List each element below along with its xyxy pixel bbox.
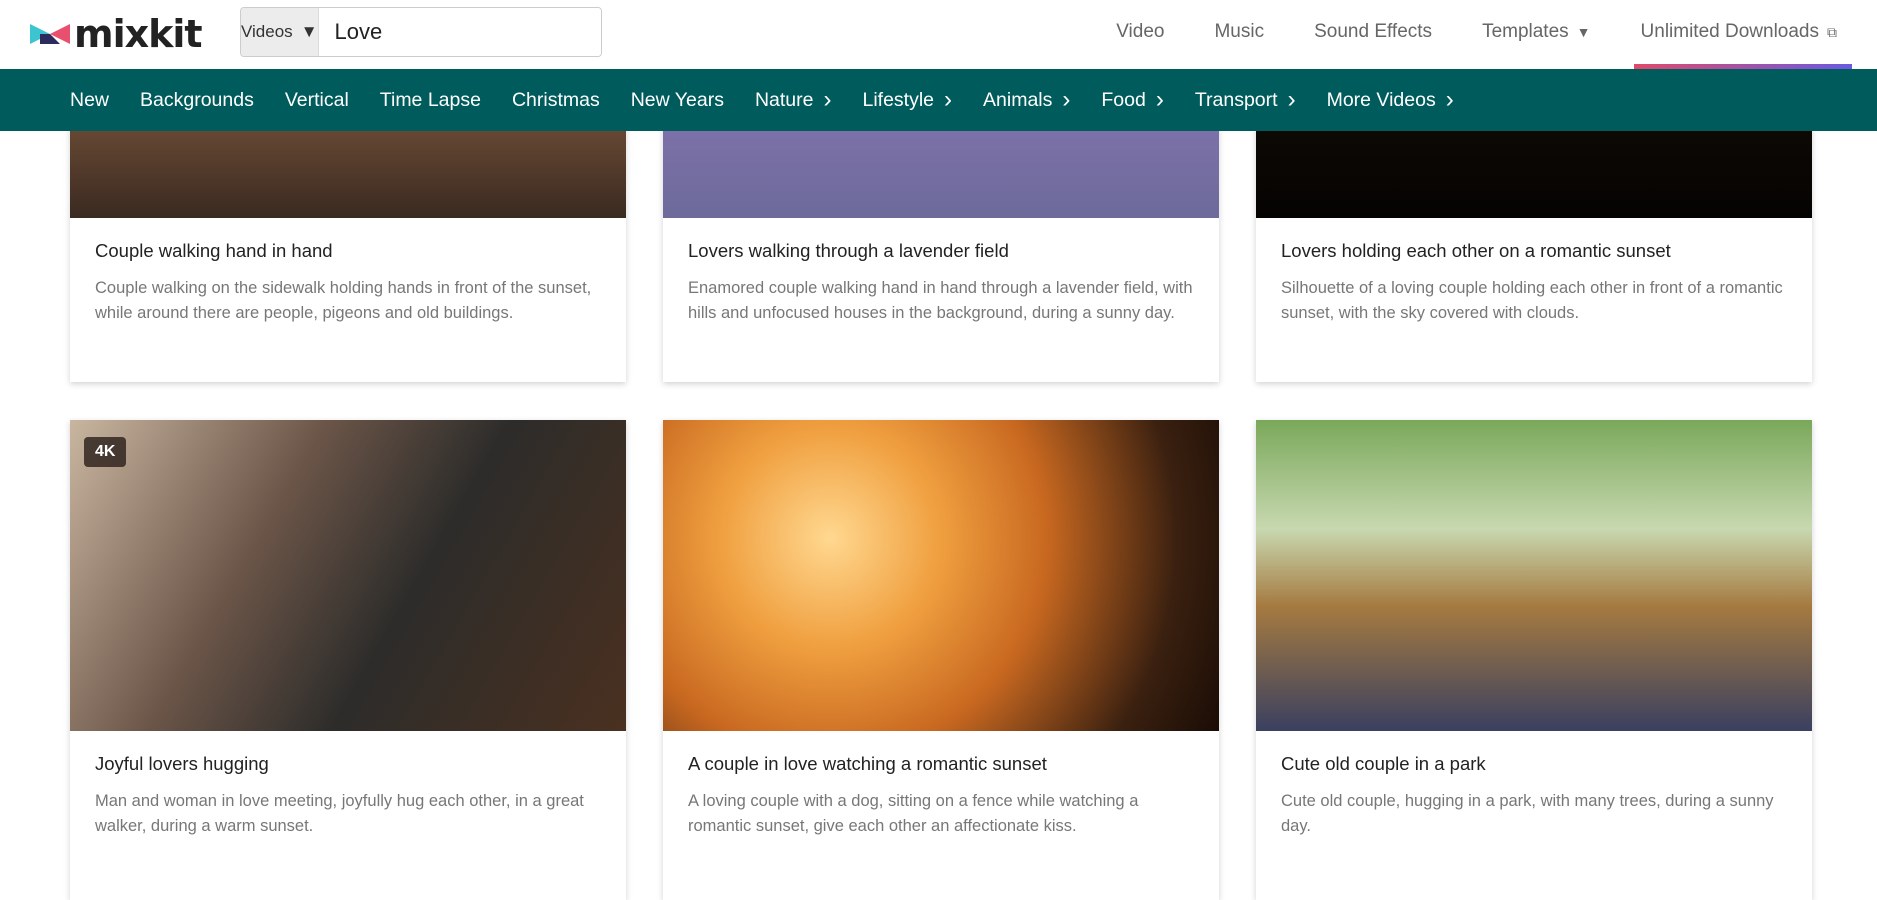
category-backgrounds[interactable]: Backgrounds [140,89,254,112]
card-description: Silhouette of a loving couple holding ea… [1281,279,1783,322]
nav-unlimited-downloads[interactable]: Unlimited Downloads ⧉ [1641,21,1837,43]
video-card[interactable]: A couple in love watching a romantic sun… [663,420,1219,900]
nav-video[interactable]: Video [1116,21,1164,43]
header: mixkit Videos▼ ✕ Video Music Sound Effec… [0,0,1877,69]
caret-down-icon: ▼ [300,22,318,41]
category-lifestyle[interactable]: Lifestyle › [862,86,952,114]
nav-label: Music [1214,21,1265,42]
nav-templates[interactable]: Templates ▼ [1482,21,1590,43]
category-vertical[interactable]: Vertical [285,89,349,112]
category-label: Nature [754,88,814,111]
nav-label: Templates [1482,21,1569,42]
chevron-right-icon: › [1287,86,1296,113]
category-nav: New Backgrounds Vertical Time Lapse Christma… [0,69,1877,131]
video-card[interactable]: Cute old couple in a park Cute old couple… [1256,420,1812,900]
caret-down-icon: ▼ [1576,24,1591,40]
chevron-right-icon: › [1155,86,1164,113]
card-description: A loving couple with a dog, sitting on a… [688,792,1139,835]
video-thumbnail[interactable]: 4K [70,420,626,731]
search-type-dropdown[interactable]: Videos ▼ [241,8,319,56]
external-link-icon: ⧉ [1827,23,1837,40]
4k-badge: 4K [84,437,127,467]
card-title[interactable]: Lovers walking through a lavender field [688,240,1194,262]
card-description: Couple walking on the sidewalk holding h… [95,279,592,322]
card-body: A couple in love watching a romantic sun… [663,731,1219,839]
category-label: Backgrounds [140,88,254,111]
card-title[interactable]: Couple walking hand in hand [95,240,601,262]
category-label: Christmas [511,88,600,111]
card-body: Lovers walking through a lavender field E… [663,218,1219,326]
card-description: Enamored couple walking hand in hand thr… [688,279,1193,322]
card-title[interactable]: Joyful lovers hugging [95,753,601,775]
top-nav: Video Music Sound Effects Templates ▼ Unl… [1066,0,1877,64]
category-time-lapse[interactable]: Time Lapse [380,89,481,112]
card-body: Joyful lovers hugging Man and woman in lo… [70,731,626,839]
category-label: New Years [630,88,724,111]
nav-label: Sound Effects [1314,21,1433,42]
category-christmas[interactable]: Christmas [512,89,600,112]
chevron-right-icon: › [1062,86,1071,113]
nav-sound-effects[interactable]: Sound Effects [1314,21,1432,43]
category-more-videos[interactable]: More Videos › [1327,86,1454,114]
chevron-right-icon: › [1445,86,1454,113]
video-card[interactable]: 4K Joyful lovers hugging Man and woman in … [70,420,626,900]
category-label: Time Lapse [379,88,481,111]
category-label: Animals [983,88,1053,111]
search-bar: Videos▼ ✕ [240,7,602,57]
search-input[interactable] [318,8,601,56]
card-description: Man and woman in love meeting, joyfully … [95,792,584,835]
nav-music[interactable]: Music [1214,21,1264,43]
nav-label: Video [1116,21,1165,42]
category-label: More Videos [1326,88,1436,111]
category-new[interactable]: New [70,89,109,112]
card-title[interactable]: Cute old couple in a park [1281,753,1787,775]
chevron-right-icon: › [944,86,953,113]
category-transport[interactable]: Transport › [1195,86,1296,114]
category-label: Food [1101,88,1146,111]
video-thumbnail[interactable] [663,420,1219,731]
mixkit-logo-icon [30,24,70,44]
category-nature[interactable]: Nature › [755,86,832,114]
logo-text: mixkit [74,12,203,56]
card-body: Cute old couple in a park Cute old couple… [1256,731,1812,839]
video-thumbnail[interactable] [1256,420,1812,731]
category-label: Transport [1194,88,1278,111]
search-type-label: Videos [241,22,293,41]
chevron-right-icon: › [823,86,832,113]
category-new-years[interactable]: New Years [631,89,724,112]
card-title[interactable]: Lovers holding each other on a romantic … [1281,240,1787,262]
card-title[interactable]: A couple in love watching a romantic sun… [688,753,1194,775]
logo[interactable]: mixkit [30,12,203,56]
category-label: New [70,88,110,111]
card-body: Couple walking hand in hand Couple walkin… [70,218,626,326]
category-animals[interactable]: Animals › [983,86,1070,114]
nav-label: Unlimited Downloads [1640,21,1819,42]
card-description: Cute old couple, hugging in a park, with… [1281,792,1774,835]
card-body: Lovers holding each other on a romantic … [1256,218,1812,326]
category-label: Vertical [284,88,349,111]
category-food[interactable]: Food › [1101,86,1163,114]
category-label: Lifestyle [862,88,935,111]
